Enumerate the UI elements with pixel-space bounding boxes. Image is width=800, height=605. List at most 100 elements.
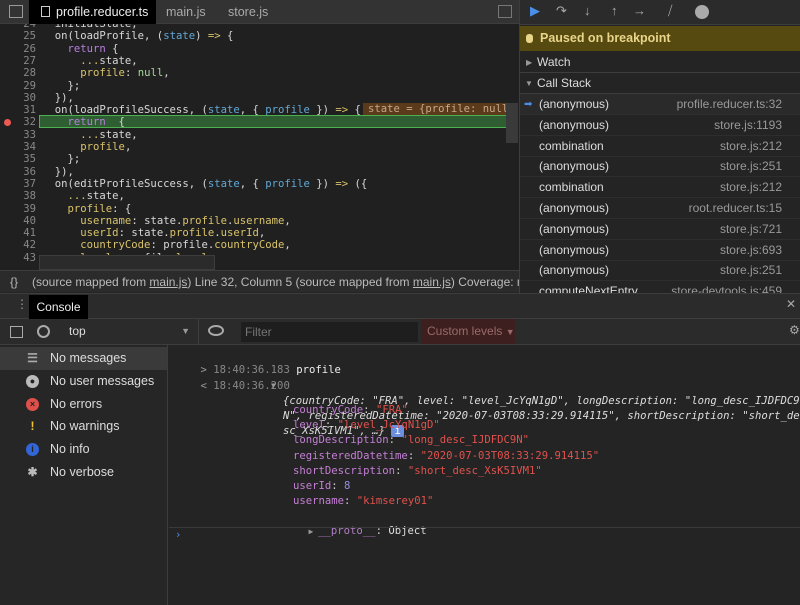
- code-token: profile: [265, 177, 310, 190]
- resume-icon[interactable]: ▶: [530, 3, 540, 19]
- code-token: ...: [80, 128, 100, 141]
- tab-main-js[interactable]: main.js: [166, 0, 206, 24]
- frame-function: (anonymous): [539, 159, 610, 174]
- line-number[interactable]: 42: [0, 239, 36, 251]
- line-number[interactable]: 28: [0, 67, 36, 79]
- show-sidebar-icon[interactable]: [10, 326, 23, 338]
- tab-store-js[interactable]: store.js: [228, 0, 268, 24]
- code-line: username: state.profile.username,: [42, 215, 291, 227]
- code-token: userId: [220, 227, 259, 240]
- line-number[interactable]: 37: [0, 178, 36, 190]
- frame-location: store.js:212: [719, 180, 782, 195]
- line-number[interactable]: 35: [0, 153, 36, 165]
- deactivate-breakpoints-icon[interactable]: ⧸: [668, 3, 672, 19]
- sidebar-item[interactable]: ☰ No messages: [0, 347, 167, 370]
- sidebar-item-label: No messages: [50, 351, 127, 365]
- line-number[interactable]: 25: [0, 30, 36, 42]
- sidebar-item[interactable]: ● No user messages: [0, 370, 167, 393]
- code-line: on(editProfileSuccess, (state, { profile…: [42, 177, 368, 190]
- more-tools-icon[interactable]: ⋮: [16, 297, 28, 311]
- object-property: username: "kimserey01": [293, 495, 434, 508]
- code-token: ...: [67, 190, 87, 203]
- code-editor[interactable]: 24 initialState, 25 on(loadProfile, (stat…: [0, 24, 519, 270]
- context-selector[interactable]: top ▼: [62, 319, 199, 344]
- sidebar-item[interactable]: ! No warnings: [0, 415, 167, 438]
- line-number[interactable]: 33: [0, 129, 36, 141]
- file-icon: [41, 6, 50, 17]
- expand-triangle-icon[interactable]: ▼: [271, 381, 276, 390]
- line-number[interactable]: 39: [0, 203, 36, 215]
- code-token: null: [137, 67, 164, 80]
- console-prompt[interactable]: ›: [175, 528, 795, 543]
- line-number[interactable]: 27: [0, 55, 36, 67]
- call-stack-frame[interactable]: combination store.js:212: [520, 136, 800, 157]
- call-stack-header[interactable]: ▼ Call Stack: [520, 73, 800, 94]
- code-token: {: [220, 30, 234, 43]
- sidebar-item[interactable]: i No info: [0, 438, 167, 461]
- line-number[interactable]: 31: [0, 104, 36, 116]
- line-number[interactable]: 26: [0, 43, 36, 55]
- settings-gear-icon[interactable]: ⚙: [789, 323, 800, 337]
- code-token: state,: [99, 128, 138, 141]
- object-property: registeredDatetime: "2020-07-03T08:33:29…: [293, 449, 600, 462]
- step-icon[interactable]: →: [633, 3, 646, 18]
- code-token: ...: [80, 54, 100, 67]
- toggle-navigator-icon[interactable]: [9, 5, 23, 18]
- step-into-icon[interactable]: ↓: [584, 3, 591, 18]
- call-stack-frame[interactable]: ➡ (anonymous) profile.reducer.ts:32: [520, 94, 800, 115]
- close-drawer-icon[interactable]: ✕: [786, 297, 796, 311]
- live-expression-eye-icon[interactable]: [208, 325, 224, 336]
- source-link[interactable]: main.js: [149, 275, 187, 289]
- line-number[interactable]: 40: [0, 215, 36, 227]
- call-stack-frame[interactable]: (anonymous) store.js:1193: [520, 115, 800, 136]
- line-number[interactable]: 34: [0, 141, 36, 153]
- line-number[interactable]: 36: [0, 166, 36, 178]
- tab-console[interactable]: Console: [29, 295, 88, 319]
- code-token: }),: [42, 91, 74, 104]
- code-token: ,: [284, 214, 291, 227]
- pretty-print-button[interactable]: {}: [10, 275, 18, 289]
- frame-function: (anonymous): [539, 201, 610, 215]
- call-stack-frame[interactable]: combination store.js:212: [520, 177, 800, 199]
- line-number[interactable]: 41: [0, 227, 36, 239]
- clear-console-icon[interactable]: [37, 325, 50, 338]
- call-stack-frame[interactable]: (anonymous) store.js:251: [520, 260, 800, 282]
- line-number[interactable]: 30: [0, 92, 36, 104]
- code-token: userId: [80, 227, 119, 240]
- info-icon: i: [26, 443, 39, 457]
- line-number[interactable]: 38: [0, 190, 36, 202]
- user-icon: ●: [26, 374, 39, 388]
- step-out-icon[interactable]: ↑: [611, 3, 618, 18]
- editor-scrollbar[interactable]: [506, 103, 518, 143]
- log-levels-dropdown[interactable]: Custom levels ▼: [421, 319, 515, 344]
- toggle-debugger-icon[interactable]: [498, 5, 512, 18]
- sidebar-item[interactable]: × No errors: [0, 393, 167, 416]
- code-token: profile: [265, 104, 310, 117]
- line-number[interactable]: 29: [0, 80, 36, 92]
- tab-profile-reducer[interactable]: profile.reducer.ts ×: [29, 0, 156, 43]
- watch-section-header[interactable]: ▶ Watch: [520, 52, 800, 73]
- object-property: longDescription: "long_desc_IJDFDC9N": [293, 434, 529, 447]
- object-property: countryCode: "FRA": [293, 404, 408, 416]
- call-stack-frame[interactable]: (anonymous) store.js:251: [520, 156, 800, 178]
- code-token: ): [195, 30, 208, 43]
- frame-location: store.js:251: [719, 159, 782, 174]
- frame-location: store.js:693: [719, 242, 782, 257]
- source-link[interactable]: main.js: [413, 275, 451, 289]
- pause-on-exceptions-icon[interactable]: [695, 5, 709, 19]
- object-property: userId: 8: [293, 480, 351, 492]
- drawer-tab-bar: ⋮ Console ✕: [0, 293, 800, 319]
- call-stack-frame[interactable]: (anonymous) store.js:721: [520, 219, 800, 240]
- step-over-icon[interactable]: ↷: [556, 3, 567, 19]
- dropdown-arrow-icon: ▼: [181, 326, 190, 336]
- call-stack-frame[interactable]: (anonymous) store.js:693: [520, 240, 800, 261]
- sidebar-item[interactable]: ✱ No verbose: [0, 461, 167, 484]
- code-token: on(editProfileSuccess, (: [42, 177, 208, 190]
- line-number[interactable]: 43: [0, 252, 36, 264]
- frame-location: profile.reducer.ts:32: [676, 97, 782, 111]
- debugger-toolbar: ▶ ↷ ↓ ↑ → ⧸: [520, 0, 800, 25]
- filter-input[interactable]: [241, 322, 418, 342]
- call-stack-frame[interactable]: (anonymous) root.reducer.ts:15: [520, 198, 800, 219]
